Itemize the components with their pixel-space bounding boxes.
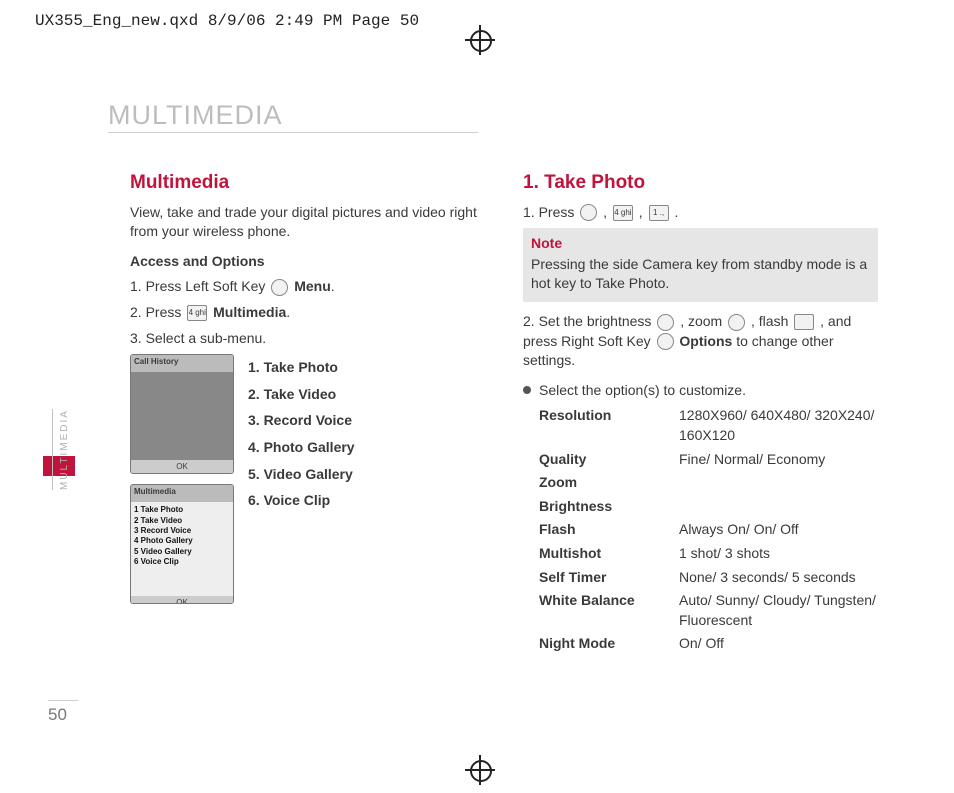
phone2-item: 1 Take Photo xyxy=(134,505,230,515)
brightness-icon xyxy=(657,314,674,331)
flash-key-icon xyxy=(794,314,814,330)
option-label: Multishot xyxy=(539,544,679,564)
note-body: Pressing the side Camera key from standb… xyxy=(531,255,870,294)
note-title: Note xyxy=(531,234,870,254)
option-row: FlashAlways On/ On/ Off xyxy=(539,520,878,540)
section-title-multimedia: Multimedia xyxy=(130,170,485,197)
bullet-row: Select the option(s) to customize. xyxy=(523,381,878,401)
option-value xyxy=(679,497,878,517)
option-value: Always On/ On/ Off xyxy=(679,520,878,540)
phone2-titlebar: Multimedia xyxy=(131,485,233,502)
step2-multimedia: Multimedia xyxy=(213,304,286,320)
submenu-item: 2. Take Video xyxy=(248,381,355,408)
registration-mark-top xyxy=(465,25,495,55)
r2-text-c: , flash xyxy=(751,313,792,329)
chapter-rule xyxy=(108,132,478,133)
print-header: UX355_Eng_new.qxd 8/9/06 2:49 PM Page 50 xyxy=(35,12,419,30)
option-value xyxy=(679,473,878,493)
option-label: Resolution xyxy=(539,406,679,445)
key-4ghi-icon: 4 ghi xyxy=(187,305,207,321)
bullet-text: Select the option(s) to customize. xyxy=(539,381,746,401)
key-1-icon: 1 ., xyxy=(649,205,669,221)
step2-text-a: 2. Press xyxy=(130,304,185,320)
key-4ghi-icon: 4 ghi xyxy=(613,205,633,221)
submenu-item: 5. Video Gallery xyxy=(248,461,355,488)
nav-key-icon xyxy=(580,204,597,221)
option-row: Resolution1280X960/ 640X480/ 320X240/ 16… xyxy=(539,406,878,445)
page-number: 50 xyxy=(48,700,78,725)
section-title-take-photo: 1. Take Photo xyxy=(523,170,878,197)
intro-text: View, take and trade your digital pictur… xyxy=(130,203,485,242)
submenu-item: 4. Photo Gallery xyxy=(248,434,355,461)
phone1-body xyxy=(131,372,233,460)
option-row: White BalanceAuto/ Sunny/ Cloudy/ Tungst… xyxy=(539,591,878,630)
option-label: White Balance xyxy=(539,591,679,630)
zoom-icon xyxy=(728,314,745,331)
option-label: Self Timer xyxy=(539,568,679,588)
phone2-softbar: OK xyxy=(131,596,233,604)
phone2-item: 3 Record Voice xyxy=(134,526,230,536)
left-column: Multimedia View, take and trade your dig… xyxy=(130,170,485,658)
r2-text-b: , zoom xyxy=(680,313,726,329)
side-tab-label: MULTIMEDIA xyxy=(52,409,70,490)
option-row: Zoom xyxy=(539,473,878,493)
step-2: 2. Press 4 ghi Multimedia. xyxy=(130,303,485,323)
option-value: 1280X960/ 640X480/ 320X240/ 160X120 xyxy=(679,406,878,445)
options-table: Resolution1280X960/ 640X480/ 320X240/ 16… xyxy=(523,406,878,654)
step-1: 1. Press Left Soft Key Menu. xyxy=(130,277,485,297)
phone1-softbar: OK xyxy=(131,460,233,473)
submenu-item: 3. Record Voice xyxy=(248,407,355,434)
step-3: 3. Select a sub-menu. xyxy=(130,329,485,349)
option-value: None/ 3 seconds/ 5 seconds xyxy=(679,568,878,588)
option-value: On/ Off xyxy=(679,634,878,654)
phone-screenshot-1: Call History OK xyxy=(130,354,234,474)
r1-text: 1. Press xyxy=(523,204,578,220)
bullet-dot-icon xyxy=(523,386,531,394)
phone2-item: 6 Voice Clip xyxy=(134,557,230,567)
option-row: Brightness xyxy=(539,497,878,517)
option-label: Quality xyxy=(539,450,679,470)
option-label: Flash xyxy=(539,520,679,540)
phone-screenshots: Call History OK Multimedia 1 Take Photo … xyxy=(130,354,234,604)
r2-options: Options xyxy=(679,333,732,349)
option-row: Multishot1 shot/ 3 shots xyxy=(539,544,878,564)
option-row: Self TimerNone/ 3 seconds/ 5 seconds xyxy=(539,568,878,588)
submenu-item: 6. Voice Clip xyxy=(248,487,355,514)
phone1-titlebar: Call History xyxy=(131,355,233,372)
option-row: Night ModeOn/ Off xyxy=(539,634,878,654)
phone2-item: 2 Take Video xyxy=(134,516,230,526)
step1-menu: Menu xyxy=(294,278,331,294)
option-value: Auto/ Sunny/ Cloudy/ Tungsten/ Fluoresce… xyxy=(679,591,878,630)
step1-text-a: 1. Press Left Soft Key xyxy=(130,278,269,294)
option-label: Night Mode xyxy=(539,634,679,654)
phone2-item: 5 Video Gallery xyxy=(134,547,230,557)
option-value: 1 shot/ 3 shots xyxy=(679,544,878,564)
option-value: Fine/ Normal/ Economy xyxy=(679,450,878,470)
right-column: 1. Take Photo 1. Press , 4 ghi , 1 ., . … xyxy=(523,170,878,658)
right-soft-key-icon xyxy=(657,333,674,350)
phone-screenshot-2: Multimedia 1 Take Photo 2 Take Video 3 R… xyxy=(130,484,234,604)
submenu-list: 1. Take Photo 2. Take Video 3. Record Vo… xyxy=(248,354,355,604)
option-label: Brightness xyxy=(539,497,679,517)
phone2-item: 4 Photo Gallery xyxy=(134,536,230,546)
submenu-item: 1. Take Photo xyxy=(248,354,355,381)
phone2-body: 1 Take Photo 2 Take Video 3 Record Voice… xyxy=(131,502,233,596)
step-r2: 2. Set the brightness , zoom , flash , a… xyxy=(523,312,878,371)
step-r1: 1. Press , 4 ghi , 1 ., . xyxy=(523,203,878,223)
option-label: Zoom xyxy=(539,473,679,493)
submenu-block: Call History OK Multimedia 1 Take Photo … xyxy=(130,354,485,604)
option-row: QualityFine/ Normal/ Economy xyxy=(539,450,878,470)
note-box: Note Pressing the side Camera key from s… xyxy=(523,228,878,302)
registration-mark-bottom xyxy=(465,755,495,785)
soft-key-icon xyxy=(271,279,288,296)
access-heading: Access and Options xyxy=(130,252,485,272)
chapter-title: MULTIMEDIA xyxy=(108,100,283,131)
r2-text-a: 2. Set the brightness xyxy=(523,313,655,329)
